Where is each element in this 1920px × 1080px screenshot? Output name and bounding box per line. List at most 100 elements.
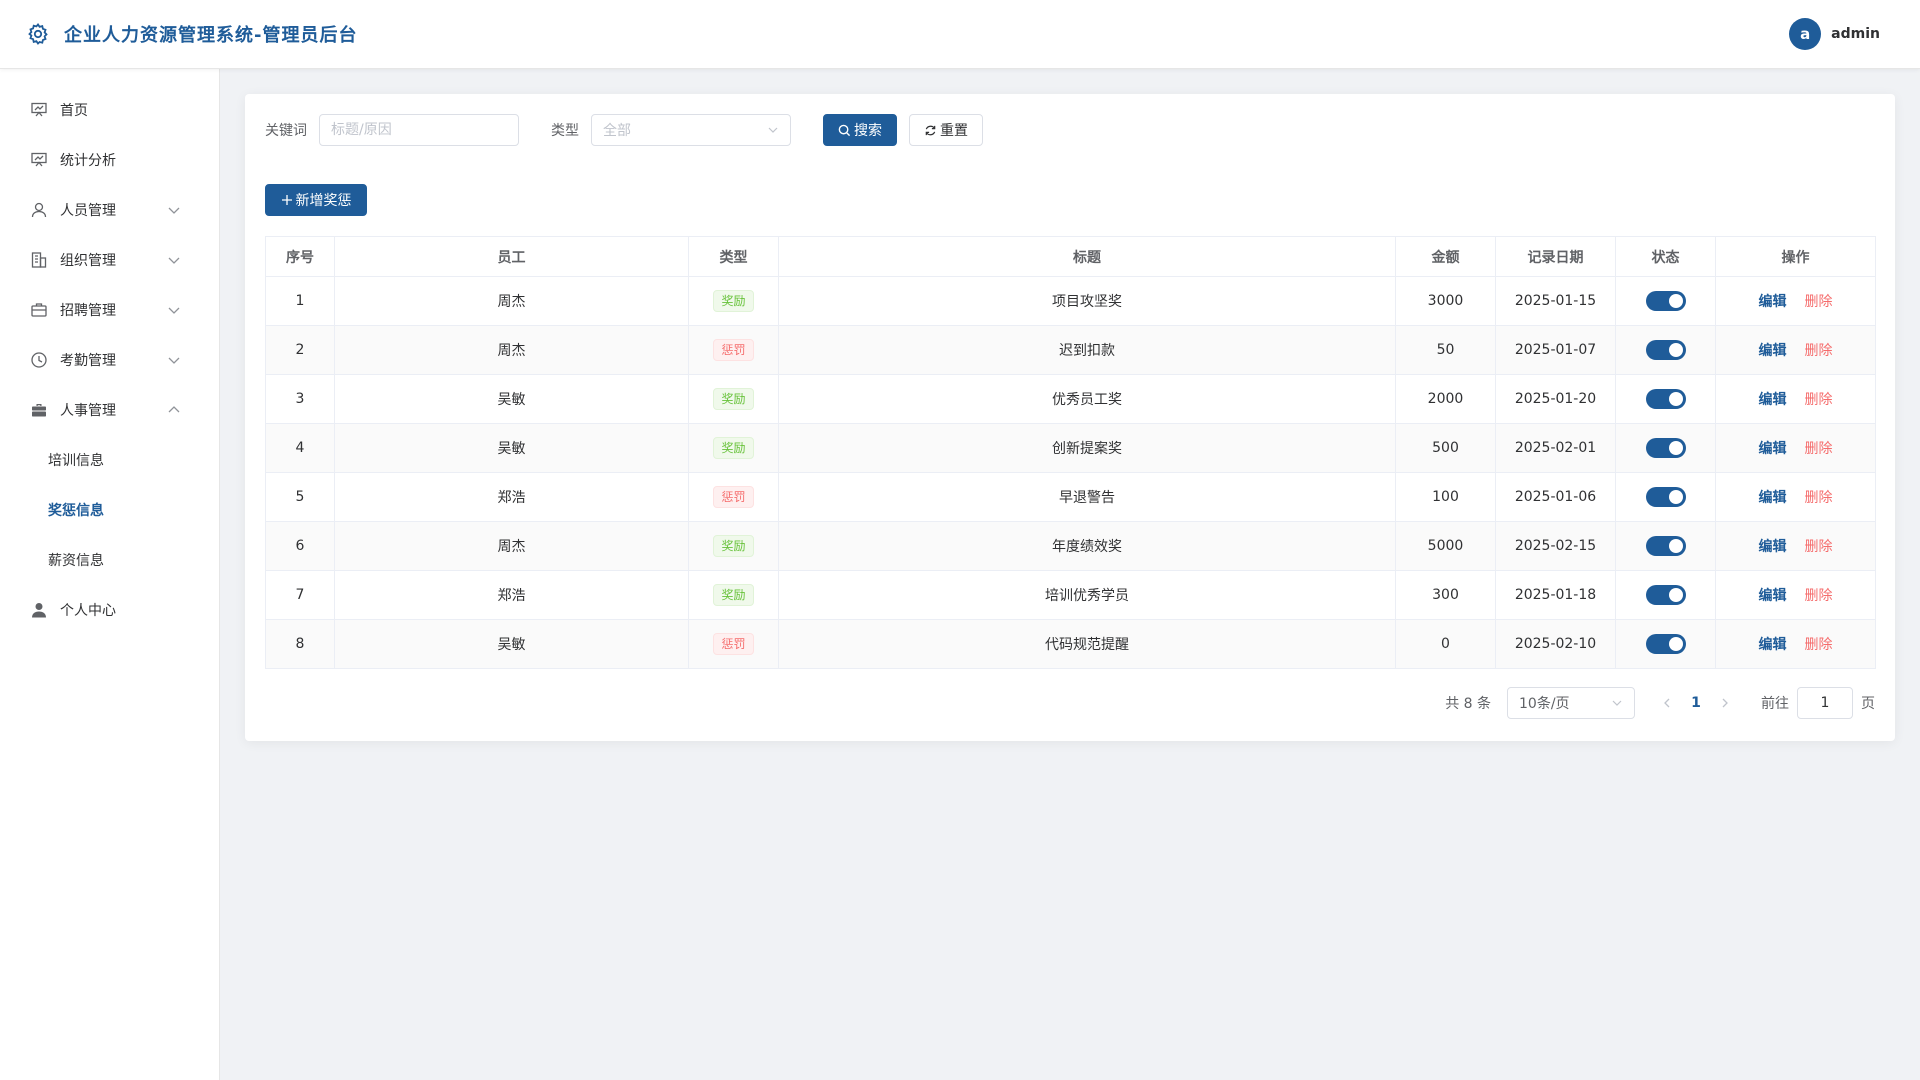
cell-index: 5	[265, 472, 335, 522]
cell-index: 2	[265, 325, 335, 375]
status-toggle[interactable]	[1645, 487, 1686, 507]
keyword-input[interactable]	[319, 114, 519, 146]
chevron-down-icon	[766, 123, 780, 137]
cell-date: 2025-01-20	[1495, 374, 1616, 424]
cell-amount: 50	[1395, 325, 1496, 375]
table-row: 8 吴敏 惩罚 代码规范提醒 0 2025-02-10 编辑 删除	[265, 619, 1876, 669]
cell-employee: 周杰	[334, 276, 689, 326]
type-tag: 奖励	[713, 290, 754, 312]
app-title: 企业人力资源管理系统-管理员后台	[64, 25, 358, 46]
cell-actions: 编辑 删除	[1715, 521, 1876, 571]
cell-date: 2025-01-06	[1495, 472, 1616, 522]
page-size-select[interactable]: 10条/页	[1507, 687, 1635, 719]
edit-button[interactable]: 编辑	[1759, 539, 1787, 555]
sidebar-item-profile[interactable]: 个人中心	[0, 585, 219, 635]
sidebar-item-personnel[interactable]: 人员管理	[0, 185, 219, 235]
edit-button[interactable]: 编辑	[1759, 343, 1787, 359]
type-tag: 奖励	[713, 584, 754, 606]
clock-icon	[30, 351, 48, 369]
chevron-down-icon	[1610, 696, 1624, 710]
reset-button-label: 重置	[940, 123, 968, 139]
sidebar-item-hr-affairs[interactable]: 人事管理	[0, 385, 219, 435]
reset-button[interactable]: 重置	[909, 114, 983, 146]
edit-button[interactable]: 编辑	[1759, 294, 1787, 310]
goto-prefix: 前往	[1761, 696, 1789, 712]
delete-button[interactable]: 删除	[1805, 343, 1833, 359]
sidebar-subitem-rewards-punishments[interactable]: 奖惩信息	[0, 485, 219, 535]
page-number-button[interactable]: 1	[1679, 695, 1713, 711]
edit-button[interactable]: 编辑	[1759, 588, 1787, 604]
cell-index: 8	[265, 619, 335, 669]
cell-index: 4	[265, 423, 335, 473]
cell-type: 惩罚	[688, 619, 779, 669]
top-header: 企业人力资源管理系统-管理员后台 a admin	[0, 0, 1920, 69]
cell-actions: 编辑 删除	[1715, 325, 1876, 375]
person-icon	[30, 601, 48, 619]
delete-button[interactable]: 删除	[1805, 490, 1833, 506]
cell-type: 奖励	[688, 570, 779, 620]
cell-status	[1615, 325, 1716, 375]
cell-index: 3	[265, 374, 335, 424]
briefcase-icon	[30, 301, 48, 319]
goto-suffix: 页	[1861, 696, 1875, 712]
add-reward-punishment-button[interactable]: 新增奖惩	[265, 184, 367, 216]
edit-button[interactable]: 编辑	[1759, 637, 1787, 653]
edit-button[interactable]: 编辑	[1759, 392, 1787, 408]
status-toggle[interactable]	[1645, 438, 1686, 458]
goto-page-input[interactable]	[1797, 687, 1853, 719]
column-header: 记录日期	[1495, 236, 1616, 277]
sidebar: 首页 统计分析 人员管理 组织管理 招聘管理 考勤管理 人事管理 培训信息 奖惩…	[0, 69, 220, 1080]
status-toggle[interactable]	[1645, 291, 1686, 311]
prev-page-button[interactable]	[1655, 691, 1679, 715]
edit-button[interactable]: 编辑	[1759, 490, 1787, 506]
avatar[interactable]: a	[1789, 18, 1822, 50]
delete-button[interactable]: 删除	[1805, 441, 1833, 457]
type-tag: 奖励	[713, 388, 754, 410]
sidebar-item-label: 个人中心	[60, 603, 116, 619]
sidebar-item-statistics[interactable]: 统计分析	[0, 135, 219, 185]
edit-button[interactable]: 编辑	[1759, 441, 1787, 457]
building-icon	[30, 251, 48, 269]
column-header: 员工	[334, 236, 689, 277]
user-menu[interactable]: a admin	[1789, 18, 1880, 50]
cell-type: 奖励	[688, 521, 779, 571]
cell-type: 惩罚	[688, 472, 779, 522]
sidebar-item-home[interactable]: 首页	[0, 85, 219, 135]
sidebar-item-label: 考勤管理	[60, 353, 116, 369]
sidebar-subitem-salary[interactable]: 薪资信息	[0, 535, 219, 585]
cell-date: 2025-01-07	[1495, 325, 1616, 375]
type-label: 类型	[551, 123, 579, 139]
table-header-row: 序号 员工 类型 标题 金额 记录日期 状态 操作	[265, 236, 1876, 277]
chevron-down-icon	[166, 302, 182, 318]
cell-amount: 0	[1395, 619, 1496, 669]
status-toggle[interactable]	[1645, 536, 1686, 556]
sidebar-subitem-training[interactable]: 培训信息	[0, 435, 219, 485]
table-row: 3 吴敏 奖励 优秀员工奖 2000 2025-01-20 编辑 删除	[265, 374, 1876, 424]
delete-button[interactable]: 删除	[1805, 392, 1833, 408]
chart-board-icon	[30, 151, 48, 169]
cell-amount: 3000	[1395, 276, 1496, 326]
status-toggle[interactable]	[1645, 340, 1686, 360]
table-row: 2 周杰 惩罚 迟到扣款 50 2025-01-07 编辑 删除	[265, 325, 1876, 375]
cell-actions: 编辑 删除	[1715, 423, 1876, 473]
cell-status	[1615, 521, 1716, 571]
sidebar-item-attendance[interactable]: 考勤管理	[0, 335, 219, 385]
sidebar-item-recruitment[interactable]: 招聘管理	[0, 285, 219, 335]
cell-actions: 编辑 删除	[1715, 472, 1876, 522]
suitcase-icon	[30, 401, 48, 419]
status-toggle[interactable]	[1645, 585, 1686, 605]
column-header: 类型	[688, 236, 779, 277]
page-size-value: 10条/页	[1519, 696, 1570, 712]
delete-button[interactable]: 删除	[1805, 588, 1833, 604]
delete-button[interactable]: 删除	[1805, 539, 1833, 555]
sidebar-item-organization[interactable]: 组织管理	[0, 235, 219, 285]
delete-button[interactable]: 删除	[1805, 294, 1833, 310]
status-toggle[interactable]	[1645, 634, 1686, 654]
username[interactable]: admin	[1831, 26, 1880, 42]
type-select[interactable]: 全部	[591, 114, 791, 146]
chevron-down-icon	[166, 252, 182, 268]
status-toggle[interactable]	[1645, 389, 1686, 409]
delete-button[interactable]: 删除	[1805, 637, 1833, 653]
search-button[interactable]: 搜索	[823, 114, 897, 146]
next-page-button[interactable]	[1713, 691, 1737, 715]
